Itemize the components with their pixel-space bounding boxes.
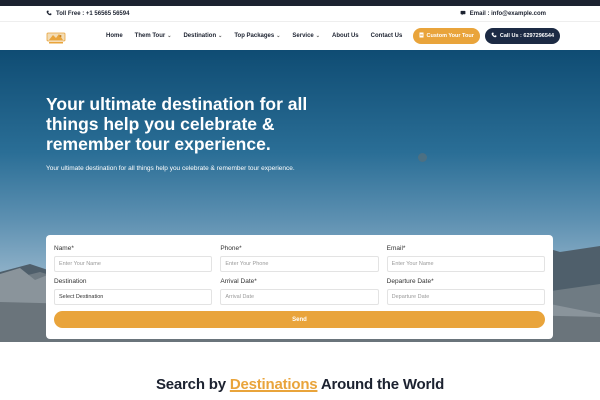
chevron-down-icon: ⌄: [218, 33, 223, 39]
hero-title: Your ultimate destination for all things…: [46, 94, 308, 154]
section-title-prefix: Search by: [155, 376, 230, 393]
phone-input[interactable]: Enter Your Phone: [220, 256, 379, 272]
nav-contact-us[interactable]: Contact Us: [371, 33, 403, 39]
moon-shape: [418, 153, 427, 162]
destination-label: Destination: [54, 278, 87, 285]
departure-label: Departure Date*: [386, 278, 434, 285]
chevron-down-icon: ⌄: [315, 33, 320, 39]
email-text: Email : info@example.com: [469, 10, 546, 17]
chevron-down-icon: ⌄: [167, 33, 172, 39]
booking-form: Name* Enter Your Name Phone* Enter Your …: [46, 235, 553, 339]
menu: Home Them Tour ⌄ Destination ⌄ Top Package…: [106, 33, 402, 39]
hero-section: Your ultimate destination for all things…: [0, 50, 600, 342]
phone-icon: [46, 10, 52, 18]
call-us-button[interactable]: Call Us : 6297296544: [484, 28, 560, 44]
phone-call-icon: [491, 32, 497, 40]
arrival-label: Arrival Date*: [220, 278, 257, 285]
phone-label: Phone*: [220, 245, 242, 252]
nav-top-packages[interactable]: Top Packages ⌄: [234, 33, 280, 39]
nav-service[interactable]: Service ⌄: [292, 33, 320, 39]
chat-icon: [460, 10, 466, 18]
destination-select[interactable]: Select Destination: [54, 289, 213, 305]
info-bar: Toll Free : +1 56565 56594 Email : info@…: [0, 6, 600, 21]
name-field: Name* Enter Your Name: [54, 245, 213, 272]
section-title-suffix: Around the World: [317, 376, 445, 393]
email-field: Email* Enter Your Name: [386, 245, 545, 272]
toll-free-info[interactable]: Toll Free : +1 56565 56594: [46, 10, 129, 18]
logo-icon[interactable]: [46, 27, 66, 45]
nav-them-tour[interactable]: Them Tour ⌄: [135, 33, 172, 39]
custom-tour-button[interactable]: Custom Your Tour: [412, 28, 480, 44]
form-row-2: Destination Select Destination Arrival D…: [54, 278, 545, 305]
main-nav: Home Them Tour ⌄ Destination ⌄ Top Package…: [0, 21, 600, 50]
email-label: Email*: [386, 245, 406, 252]
nav-buttons: Custom Your Tour Call Us : 6297296544: [412, 28, 560, 44]
nav-destination[interactable]: Destination ⌄: [183, 33, 222, 39]
section-title-highlight[interactable]: Destinations: [230, 376, 318, 393]
form-row-1: Name* Enter Your Name Phone* Enter Your …: [54, 245, 545, 272]
departure-date-input[interactable]: Departure Date: [386, 289, 545, 305]
send-button[interactable]: Send: [54, 311, 545, 328]
toll-free-text: Toll Free : +1 56565 56594: [56, 10, 130, 17]
arrival-field: Arrival Date* Arrival Date: [220, 278, 379, 305]
arrival-date-input[interactable]: Arrival Date: [220, 289, 379, 305]
section-title: Search by Destinations Around the World: [0, 376, 600, 393]
hero-subtitle: Your ultimate destination for all things…: [46, 165, 295, 172]
chevron-down-icon: ⌄: [276, 33, 281, 39]
name-label: Name*: [54, 245, 74, 252]
document-icon: [419, 32, 424, 40]
phone-field: Phone* Enter Your Phone: [220, 245, 379, 272]
destination-field: Destination Select Destination: [54, 278, 213, 305]
email-info[interactable]: Email : info@example.com: [460, 10, 546, 18]
nav-about-us[interactable]: About Us: [332, 33, 359, 39]
name-input[interactable]: Enter Your Name: [54, 256, 213, 272]
email-input[interactable]: Enter Your Name: [386, 256, 545, 272]
nav-home[interactable]: Home: [106, 33, 123, 39]
departure-field: Departure Date* Departure Date: [386, 278, 545, 305]
